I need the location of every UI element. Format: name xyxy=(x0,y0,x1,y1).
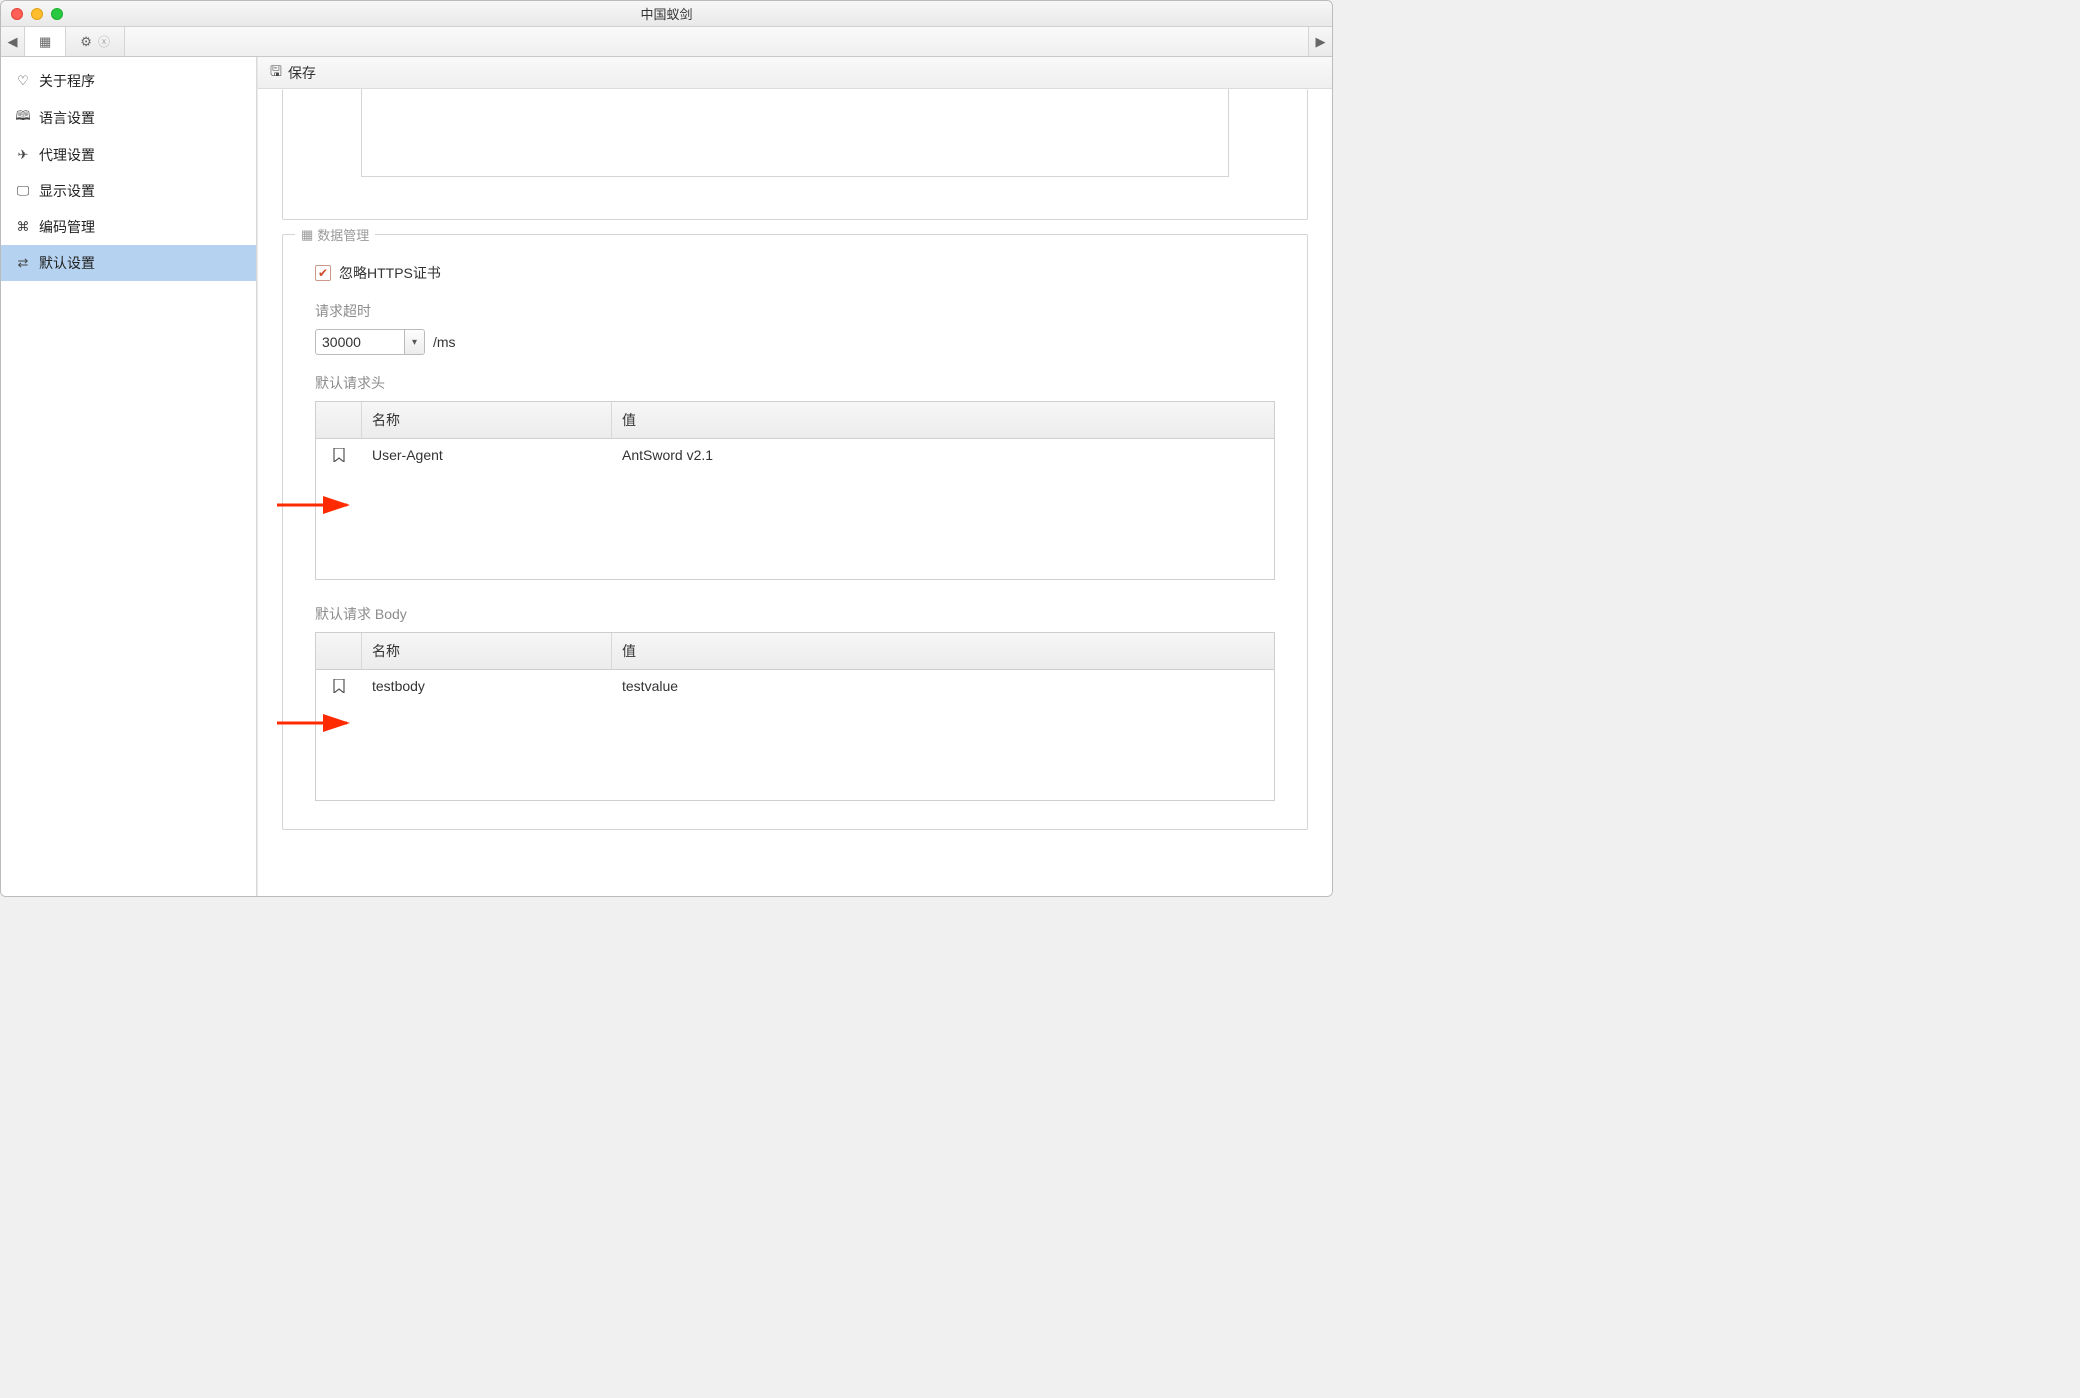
timeout-unit: /ms xyxy=(433,334,456,350)
tab-settings[interactable]: ⚙ ⓧ xyxy=(66,27,125,56)
body-grid-head: 名称 值 xyxy=(316,633,1274,670)
sidebar-item-label: 语言设置 xyxy=(39,108,95,128)
tabbar-fill xyxy=(125,27,1308,56)
sidebar-item-label: 显示设置 xyxy=(39,181,95,201)
timeout-label: 请求超时 xyxy=(315,301,1279,321)
sidebar-item-proxy[interactable]: ✈ 代理设置 xyxy=(1,137,256,173)
textarea-cutoff[interactable] xyxy=(361,89,1229,177)
main: 🖫 保存 ▦ 数据管理 ✔ 忽略HTTPS证书 请求超时 xyxy=(257,57,1332,896)
body-label: 默认请求 Body xyxy=(315,604,1279,624)
sidebar-item-display[interactable]: 🖵 显示设置 xyxy=(1,173,256,209)
grid-icon: ▦ xyxy=(39,34,51,50)
body: ♡ 关于程序 🕮 语言设置 ✈ 代理设置 🖵 显示设置 ⌘ 编码管理 ⇄ 默认设 xyxy=(1,57,1332,896)
ignore-https-label: 忽略HTTPS证书 xyxy=(339,263,441,283)
timeout-input[interactable]: 30000 ▾ xyxy=(315,329,425,355)
close-window-button[interactable] xyxy=(11,8,23,20)
table-row[interactable]: testbody testvalue xyxy=(316,670,1274,702)
tab-nav-left[interactable]: ◀ xyxy=(1,27,25,56)
ignore-https-checkbox[interactable]: ✔ xyxy=(315,265,331,281)
sidebar-item-label: 关于程序 xyxy=(39,71,95,91)
monitor-icon: 🖵 xyxy=(15,183,31,199)
headers-grid: 名称 值 User-Agent AntSword v2.1 xyxy=(315,401,1275,580)
sidebar-item-about[interactable]: ♡ 关于程序 xyxy=(1,63,256,99)
sidebar: ♡ 关于程序 🕮 语言设置 ✈ 代理设置 🖵 显示设置 ⌘ 编码管理 ⇄ 默认设 xyxy=(1,57,257,896)
app-window: 中国蚁剑 ◀ ▦ ⚙ ⓧ ▶ ♡ 关于程序 🕮 语言设置 ✈ 代理设置 xyxy=(0,0,1333,897)
sliders-icon: ⇄ xyxy=(15,255,31,271)
toolbar: 🖫 保存 xyxy=(258,57,1332,89)
heart-icon: ♡ xyxy=(15,73,31,89)
sidebar-item-language[interactable]: 🕮 语言设置 xyxy=(1,99,256,137)
tabbar: ◀ ▦ ⚙ ⓧ ▶ xyxy=(1,27,1332,57)
table-row[interactable]: User-Agent AntSword v2.1 xyxy=(316,439,1274,471)
sidebar-item-label: 默认设置 xyxy=(39,253,95,273)
chevron-down-icon[interactable]: ▾ xyxy=(404,330,424,354)
language-icon: 🕮 xyxy=(15,107,31,129)
prev-panel-cutoff xyxy=(282,89,1308,220)
grid-small-icon: ▦ xyxy=(301,227,313,243)
sidebar-item-encoding[interactable]: ⌘ 编码管理 xyxy=(1,209,256,245)
header-name: User-Agent xyxy=(362,439,612,471)
window-controls xyxy=(11,8,63,20)
window-title: 中国蚁剑 xyxy=(1,4,1332,23)
tab-home[interactable]: ▦ xyxy=(25,27,66,56)
headers-grid-head: 名称 值 xyxy=(316,402,1274,439)
body-value: testvalue xyxy=(612,670,1274,702)
headers-grid-body[interactable]: User-Agent AntSword v2.1 xyxy=(316,439,1274,579)
sidebar-item-label: 代理设置 xyxy=(39,145,95,165)
content: ▦ 数据管理 ✔ 忽略HTTPS证书 请求超时 30000 ▾ /ms xyxy=(258,89,1332,896)
tab-close-icon[interactable]: ⓧ xyxy=(98,33,110,50)
titlebar: 中国蚁剑 xyxy=(1,1,1332,27)
tab-nav-right[interactable]: ▶ xyxy=(1308,27,1332,56)
sidebar-item-defaults[interactable]: ⇄ 默认设置 xyxy=(1,245,256,281)
data-panel: ▦ 数据管理 ✔ 忽略HTTPS证书 请求超时 30000 ▾ /ms xyxy=(282,234,1308,830)
body-grid-body[interactable]: testbody testvalue xyxy=(316,670,1274,800)
save-icon: 🖫 xyxy=(270,61,282,85)
gear-icon: ⚙ xyxy=(80,34,92,50)
headers-label: 默认请求头 xyxy=(315,373,1279,393)
maximize-window-button[interactable] xyxy=(51,8,63,20)
ignore-https-row: ✔ 忽略HTTPS证书 xyxy=(315,263,1279,283)
bookmark-icon xyxy=(316,671,362,701)
col-icon xyxy=(316,402,362,438)
body-name: testbody xyxy=(362,670,612,702)
sidebar-item-label: 编码管理 xyxy=(39,217,95,237)
col-icon xyxy=(316,633,362,669)
header-value: AntSword v2.1 xyxy=(612,439,1274,471)
col-value: 值 xyxy=(612,402,1274,438)
timeout-field: 30000 ▾ /ms xyxy=(315,329,1279,355)
col-name: 名称 xyxy=(362,402,612,438)
bookmark-icon xyxy=(316,440,362,470)
panel-title: ▦ 数据管理 xyxy=(295,225,375,244)
col-value: 值 xyxy=(612,633,1274,669)
code-icon: ⌘ xyxy=(15,219,31,235)
body-grid: 名称 值 testbody testvalue xyxy=(315,632,1275,801)
save-button[interactable]: 保存 xyxy=(288,63,316,83)
col-name: 名称 xyxy=(362,633,612,669)
minimize-window-button[interactable] xyxy=(31,8,43,20)
send-icon: ✈ xyxy=(15,147,31,163)
